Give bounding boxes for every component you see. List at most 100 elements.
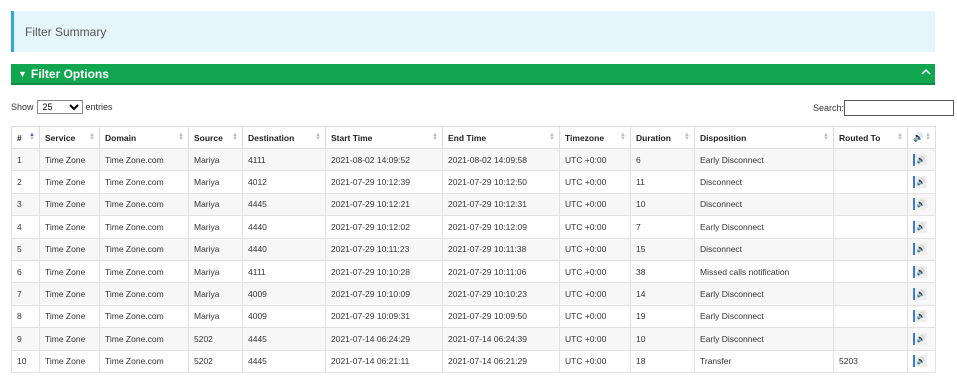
table-cell: UTC +0:00 bbox=[559, 192, 631, 217]
table-row[interactable]: 6 Time Zone Time Zone.com Mariya 4111 2021-07… bbox=[11, 259, 936, 284]
table-cell: Time Zone.com bbox=[99, 170, 189, 194]
table-cell: UTC +0:00 bbox=[559, 282, 631, 306]
table-cell: 2021-07-29 10:12:31 bbox=[442, 192, 560, 217]
table-row[interactable]: 1 Time Zone Time Zone.com Mariya 4111 2021-08… bbox=[11, 147, 936, 172]
filter-summary-panel: Filter Summary bbox=[11, 11, 935, 52]
table-cell: 19 bbox=[630, 304, 695, 329]
speaker-icon[interactable]: 🔊 bbox=[913, 355, 927, 368]
sort-icon[interactable]: ▲ ▼ bbox=[823, 132, 829, 142]
speaker-icon[interactable]: 🔊 bbox=[913, 310, 927, 323]
table-cell: 4111 bbox=[242, 259, 326, 284]
sort-icon[interactable]: ▲ ▼ bbox=[549, 132, 555, 142]
table-cell: 2021-07-14 06:24:29 bbox=[325, 327, 443, 351]
speaker-icon[interactable]: 🔊 bbox=[913, 265, 927, 278]
column-header[interactable]: Timezone ▲ ▼ bbox=[559, 126, 631, 149]
table-cell: 38 bbox=[630, 259, 695, 284]
sort-icon[interactable]: ▲ ▼ bbox=[925, 132, 931, 142]
call-records-table: # ▲ ▼ Service ▲ ▼ Domain ▲ ▼ Source ▲ ▼ Destination ▲… bbox=[11, 126, 936, 373]
table-cell: 5 bbox=[11, 237, 40, 261]
table-cell: 4440 bbox=[242, 237, 326, 261]
column-header[interactable]: 🔊 ▲ ▼ bbox=[907, 126, 936, 149]
table-cell: 11 bbox=[630, 170, 695, 194]
table-cell: 4009 bbox=[242, 304, 326, 329]
sort-icon[interactable]: ▲ ▼ bbox=[89, 132, 95, 142]
table-cell: Mariya bbox=[188, 259, 243, 284]
column-header[interactable]: Start Time ▲ ▼ bbox=[325, 126, 443, 149]
table-cell: Time Zone.com bbox=[99, 304, 189, 329]
column-header-label: Routed To bbox=[839, 132, 881, 143]
table-cell: 7 bbox=[630, 215, 695, 239]
table-cell: 15 bbox=[630, 237, 695, 261]
table-cell: Early Disconnect bbox=[694, 147, 834, 172]
sort-icon[interactable]: ▲ ▼ bbox=[620, 132, 626, 142]
table-cell: 6 bbox=[11, 259, 40, 284]
table-row[interactable]: 8 Time Zone Time Zone.com Mariya 4009 2021-07… bbox=[11, 304, 936, 329]
column-header[interactable]: End Time ▲ ▼ bbox=[442, 126, 560, 149]
sort-icon[interactable]: ▲ ▼ bbox=[232, 132, 238, 142]
search-input[interactable] bbox=[844, 100, 955, 116]
speaker-icon[interactable]: 🔊 bbox=[913, 332, 927, 345]
sort-icon[interactable]: ▲ ▼ bbox=[178, 132, 184, 142]
table-cell: Mariya bbox=[188, 170, 243, 194]
table-cell: UTC +0:00 bbox=[559, 237, 631, 261]
table-cell: 4445 bbox=[242, 349, 326, 373]
table-cell: 3 bbox=[11, 192, 40, 217]
table-row[interactable]: 7 Time Zone Time Zone.com Mariya 4009 2021-07… bbox=[11, 282, 936, 306]
table-row[interactable]: 10 Time Zone Time Zone.com 5202 4445 2021-07-… bbox=[11, 349, 936, 373]
column-header[interactable]: Domain ▲ ▼ bbox=[99, 126, 189, 149]
column-header[interactable]: # ▲ ▼ bbox=[11, 126, 40, 149]
table-cell bbox=[833, 259, 908, 284]
table-cell: Time Zone bbox=[39, 282, 100, 306]
column-header[interactable]: Service ▲ ▼ bbox=[39, 126, 100, 149]
table-cell: 2021-07-29 10:12:50 bbox=[442, 170, 560, 194]
speaker-icon[interactable]: 🔊 bbox=[913, 153, 927, 166]
table-cell: Missed calls notification bbox=[694, 259, 834, 284]
column-header[interactable]: Source ▲ ▼ bbox=[188, 126, 243, 149]
column-header-label: 🔊 bbox=[913, 132, 924, 142]
page-length-select[interactable]: 25 bbox=[36, 100, 83, 114]
speaker-icon[interactable]: 🔊 bbox=[913, 198, 927, 211]
table-cell: 2021-07-29 10:12:21 bbox=[325, 192, 443, 217]
column-header[interactable]: Routed To ▲ ▼ bbox=[833, 126, 908, 149]
table-cell: Time Zone bbox=[39, 192, 100, 217]
speaker-icon[interactable]: 🔊 bbox=[913, 243, 927, 256]
speaker-icon[interactable]: 🔊 bbox=[913, 220, 927, 233]
sort-icon[interactable]: ▲ ▼ bbox=[684, 132, 690, 142]
table-cell: 4445 bbox=[242, 327, 326, 351]
filter-options-bar[interactable]: ▼ Filter Options bbox=[11, 64, 935, 85]
column-header[interactable]: Duration ▲ ▼ bbox=[630, 126, 695, 149]
table-cell bbox=[833, 304, 908, 329]
table-cell: 10 bbox=[630, 192, 695, 217]
chevron-up-icon[interactable] bbox=[921, 67, 931, 77]
column-header[interactable]: Disposition ▲ ▼ bbox=[694, 126, 834, 149]
table-cell: Time Zone.com bbox=[99, 237, 189, 261]
column-header[interactable]: Destination ▲ ▼ bbox=[242, 126, 326, 149]
table-cell bbox=[833, 147, 908, 172]
table-cell: Time Zone bbox=[39, 259, 100, 284]
speaker-icon[interactable]: 🔊 bbox=[913, 176, 927, 189]
table-cell: 7 bbox=[11, 282, 40, 306]
sort-icon[interactable]: ▲ ▼ bbox=[29, 132, 35, 142]
table-cell: 2021-07-29 10:11:06 bbox=[442, 259, 560, 284]
table-cell: UTC +0:00 bbox=[559, 170, 631, 194]
search-control: Search: bbox=[813, 100, 955, 116]
column-header-label: Service bbox=[45, 132, 76, 143]
sort-icon[interactable]: ▲ ▼ bbox=[897, 132, 903, 142]
table-row[interactable]: 2 Time Zone Time Zone.com Mariya 4012 2021-07… bbox=[11, 170, 936, 194]
table-row[interactable]: 3 Time Zone Time Zone.com Mariya 4445 2021-07… bbox=[11, 192, 936, 217]
table-cell: Time Zone.com bbox=[99, 259, 189, 284]
page-length-control: Show 25 entries bbox=[11, 100, 113, 114]
table-cell: Time Zone.com bbox=[99, 349, 189, 373]
filter-options-label: Filter Options bbox=[30, 66, 109, 81]
table-cell: Mariya bbox=[188, 215, 243, 239]
speaker-icon[interactable]: 🔊 bbox=[913, 288, 927, 301]
table-row[interactable]: 9 Time Zone Time Zone.com 5202 4445 2021-07-1… bbox=[11, 327, 936, 351]
sort-icon[interactable]: ▲ ▼ bbox=[315, 132, 321, 142]
table-row[interactable]: 4 Time Zone Time Zone.com Mariya 4440 2021-07… bbox=[11, 215, 936, 239]
table-cell: Time Zone.com bbox=[99, 147, 189, 172]
table-cell: 4111 bbox=[242, 147, 326, 172]
sort-icon[interactable]: ▲ ▼ bbox=[432, 132, 438, 142]
table-cell: 5203 bbox=[833, 349, 908, 373]
table-cell: Mariya bbox=[188, 147, 243, 172]
table-row[interactable]: 5 Time Zone Time Zone.com Mariya 4440 2021-07… bbox=[11, 237, 936, 261]
